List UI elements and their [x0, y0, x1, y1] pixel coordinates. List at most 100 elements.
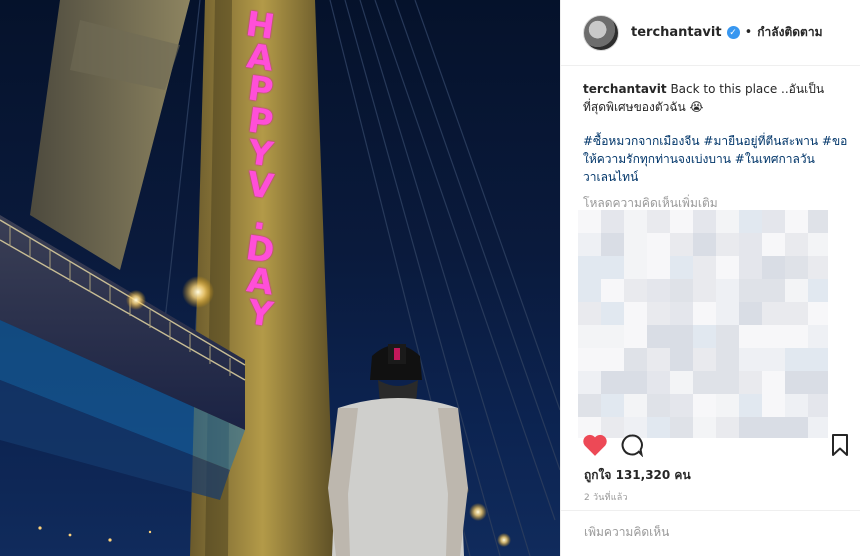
blur-tile: [578, 279, 601, 302]
blur-tile: [785, 210, 808, 233]
blur-tile: [716, 348, 739, 371]
blur-tile: [808, 256, 828, 279]
blur-tile: [693, 371, 716, 394]
blur-tile: [624, 394, 647, 417]
blur-tile: [624, 348, 647, 371]
blur-tile: [693, 325, 716, 348]
blur-tile: [647, 302, 670, 325]
post-timestamp[interactable]: 2 วันที่แล้ว: [584, 490, 628, 504]
verified-badge-icon: ✓: [726, 26, 740, 39]
blur-tile: [739, 256, 762, 279]
bookmark-icon[interactable]: [830, 433, 850, 457]
blur-tile: [739, 279, 762, 302]
blur-tile: [762, 348, 785, 371]
blur-tile: [647, 371, 670, 394]
blur-tile: [785, 394, 808, 417]
overlay-letter: Y: [245, 292, 275, 336]
blur-tile: [739, 325, 762, 348]
blur-tile: [693, 394, 716, 417]
blur-tile: [808, 302, 828, 325]
blur-tile: [624, 371, 647, 394]
blur-tile: [785, 325, 808, 348]
comment-box: [560, 510, 860, 556]
blur-tile: [739, 394, 762, 417]
blur-tile: [716, 279, 739, 302]
blur-tile: [739, 302, 762, 325]
blur-tile: [693, 302, 716, 325]
blur-tile: [785, 233, 808, 256]
blur-tile: [762, 233, 785, 256]
person-silhouette: [328, 344, 468, 556]
blur-tile: [624, 302, 647, 325]
blur-tile: [693, 210, 716, 233]
blur-tile: [578, 325, 601, 348]
blur-tile: [601, 210, 624, 233]
blur-tile: [601, 371, 624, 394]
blur-tile: [808, 394, 828, 417]
follow-status-button[interactable]: กำลังติดตาม: [757, 23, 822, 42]
blur-tile: [693, 348, 716, 371]
blur-tile: [762, 210, 785, 233]
blur-tile: [693, 233, 716, 256]
blur-tile: [670, 348, 693, 371]
blur-tile: [808, 348, 828, 371]
blur-tile: [578, 233, 601, 256]
hashtags[interactable]: #ซื้อหมวกจากเมืองจีน #มายืนอยู่ที่ตีนสะพ…: [583, 132, 853, 186]
blur-tile: [578, 302, 601, 325]
post-header: terchantavit ✓ • กำลังติดตาม: [561, 0, 860, 66]
blur-tile: [762, 279, 785, 302]
blur-tile: [762, 302, 785, 325]
blurred-comments: [578, 210, 828, 438]
header-username[interactable]: terchantavit: [631, 25, 722, 40]
blur-tile: [670, 233, 693, 256]
caption: terchantavit Back to this place ..อันเป็…: [583, 80, 843, 116]
comment-input[interactable]: [584, 525, 834, 539]
blur-tile: [601, 325, 624, 348]
happy-vday-overlay: H A P P Y V . D A Y: [232, 4, 288, 480]
blur-tile: [762, 256, 785, 279]
blur-tile: [647, 233, 670, 256]
like-count[interactable]: ถูกใจ 131,320 คน: [584, 466, 691, 485]
blur-tile: [808, 371, 828, 394]
blur-tile: [808, 210, 828, 233]
blur-tile: [647, 348, 670, 371]
blur-tile: [624, 325, 647, 348]
blur-tile: [578, 371, 601, 394]
comment-icon[interactable]: [620, 433, 644, 457]
blur-tile: [762, 325, 785, 348]
blur-tile: [670, 302, 693, 325]
blur-tile: [624, 210, 647, 233]
blur-tile: [670, 210, 693, 233]
blur-tile: [739, 348, 762, 371]
blur-tile: [578, 256, 601, 279]
blur-tile: [716, 233, 739, 256]
blur-tile: [808, 325, 828, 348]
blur-tile: [716, 256, 739, 279]
blur-tile: [578, 394, 601, 417]
avatar[interactable]: [583, 14, 619, 51]
blur-tile: [624, 279, 647, 302]
blur-tile: [670, 279, 693, 302]
blur-tile: [670, 256, 693, 279]
post-photo[interactable]: H A P P Y V . D A Y: [0, 0, 560, 556]
blur-tile: [762, 394, 785, 417]
blur-tile: [716, 210, 739, 233]
separator-dot: •: [744, 25, 753, 40]
heart-icon[interactable]: [582, 433, 608, 457]
blur-tile: [601, 256, 624, 279]
caption-username[interactable]: terchantavit: [583, 82, 667, 96]
blur-tile: [670, 325, 693, 348]
blur-tile: [762, 371, 785, 394]
blur-tile: [601, 302, 624, 325]
blur-tile: [716, 325, 739, 348]
action-bar: [582, 433, 852, 461]
blur-tile: [785, 348, 808, 371]
blur-tile: [785, 256, 808, 279]
blur-tile: [578, 348, 601, 371]
blur-tile: [716, 371, 739, 394]
post-body: terchantavit Back to this place ..อันเป็…: [561, 66, 860, 213]
blur-tile: [785, 279, 808, 302]
blur-tile: [647, 325, 670, 348]
blur-tile: [739, 233, 762, 256]
blur-tile: [601, 348, 624, 371]
